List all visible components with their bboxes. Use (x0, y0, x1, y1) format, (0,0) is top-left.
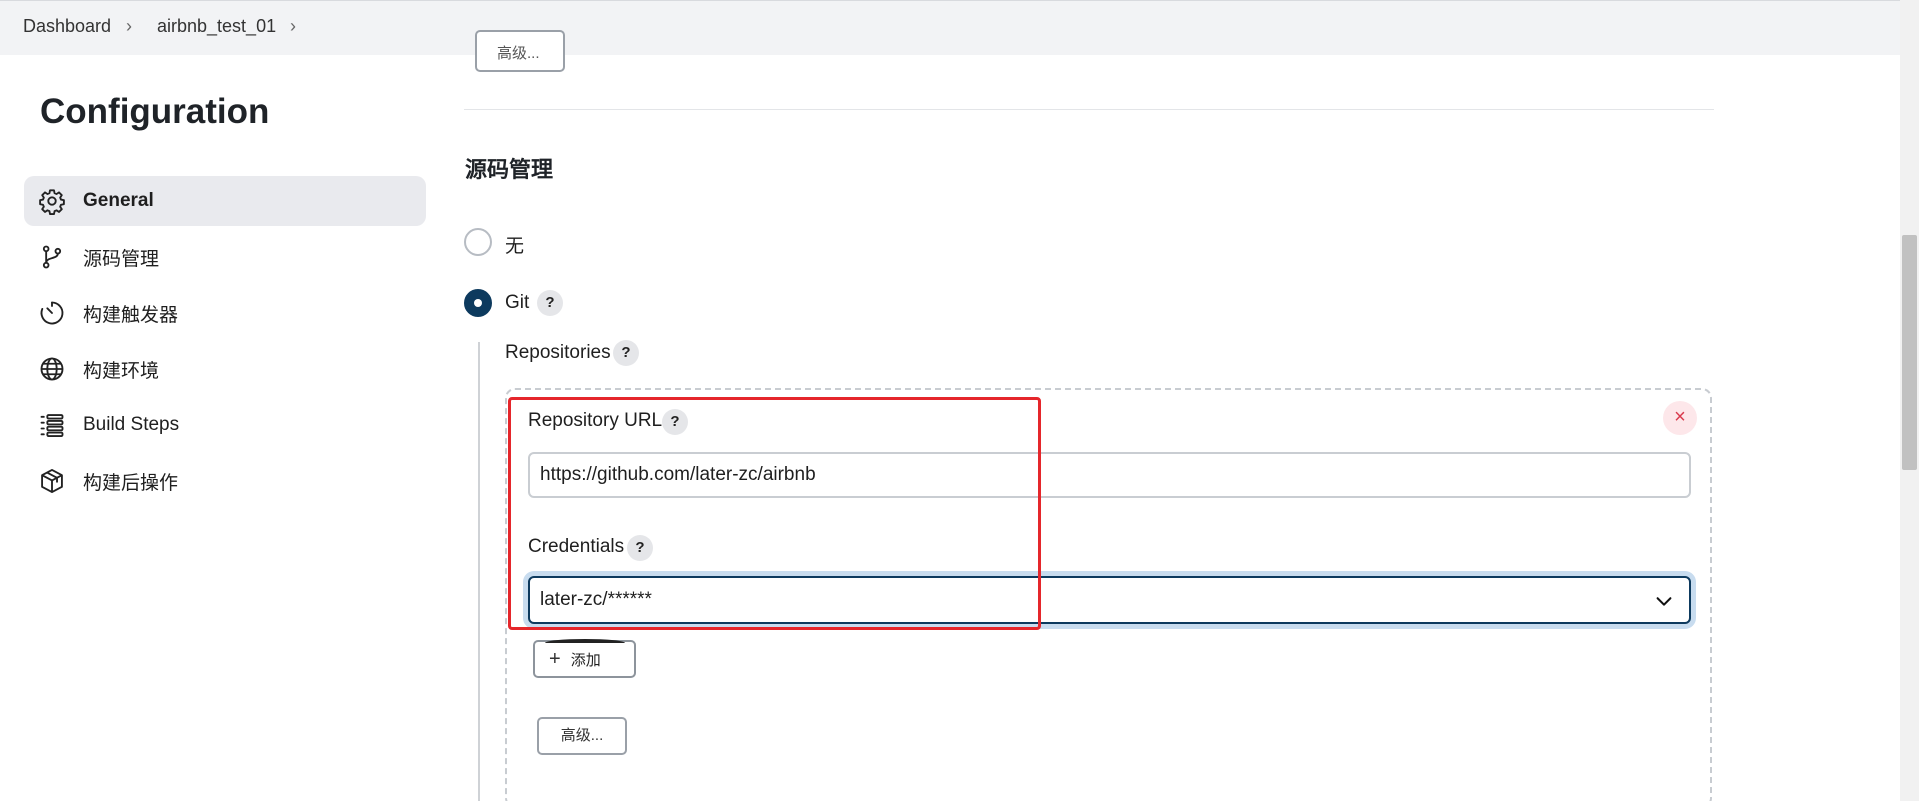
git-help-icon[interactable]: ? (537, 290, 563, 316)
sidebar-item-label: General (83, 190, 154, 211)
scm-git-radio[interactable] (464, 289, 492, 317)
sidebar-item-general[interactable]: General (24, 176, 426, 226)
list-icon (40, 414, 64, 438)
gear-icon (39, 189, 65, 215)
section-divider (464, 109, 1714, 110)
sidebar-item-label: Build Steps (83, 414, 180, 435)
breadcrumb-dashboard-link[interactable]: Dashboard (23, 16, 111, 37)
scm-none-label[interactable]: 无 (505, 231, 524, 258)
breadcrumb-job-link[interactable]: airbnb_test_01 (157, 16, 276, 37)
repositories-label: Repositories (505, 342, 611, 363)
remove-repository-button[interactable]: × (1663, 401, 1697, 435)
git-section-indent-line (478, 342, 480, 801)
sidebar-item-label: 构建后操作 (83, 472, 179, 494)
add-button-label: 添加 (570, 651, 601, 669)
advanced-button-previous-section[interactable]: 高级... (475, 30, 565, 72)
sidebar-item-build-steps[interactable]: Build Steps (24, 400, 426, 450)
chevron-right-icon: › (126, 16, 132, 36)
sidebar-item-label: 构建触发器 (83, 304, 179, 326)
sidebar-item-label: 构建环境 (83, 360, 160, 382)
scrollbar-thumb[interactable] (1902, 235, 1917, 470)
add-credentials-button[interactable]: + 添加 (533, 639, 636, 678)
sidebar-item-scm[interactable]: 源码管理 (24, 232, 426, 282)
package-icon (41, 468, 63, 494)
sidebar-item-post-build-actions[interactable]: 构建后操作 (24, 456, 426, 506)
plus-icon: + (549, 647, 561, 670)
chevron-down-icon (1656, 597, 1672, 606)
repositories-help-icon[interactable]: ? (613, 340, 639, 366)
sidebar-item-build-triggers[interactable]: 构建触发器 (24, 288, 426, 338)
breadcrumb: Dashboard › airbnb_test_01 › (0, 0, 1900, 55)
annotation-highlight-box (508, 397, 1041, 630)
globe-icon (40, 357, 64, 381)
sidebar-item-label: 源码管理 (83, 248, 160, 270)
timer-icon (40, 301, 64, 325)
sidebar-item-build-environment[interactable]: 构建环境 (24, 344, 426, 394)
advanced-button-label: 高级... (497, 45, 540, 62)
scm-git-label[interactable]: Git (505, 292, 529, 314)
section-title-scm: 源码管理 (465, 157, 554, 182)
git-branch-icon (42, 245, 62, 269)
page-title: Configuration (40, 92, 270, 131)
scm-none-radio[interactable] (464, 228, 492, 256)
advanced-button[interactable]: 高级... (537, 717, 627, 755)
dropdown-arc-decoration (545, 639, 625, 647)
chevron-right-icon[interactable]: › (290, 16, 296, 37)
